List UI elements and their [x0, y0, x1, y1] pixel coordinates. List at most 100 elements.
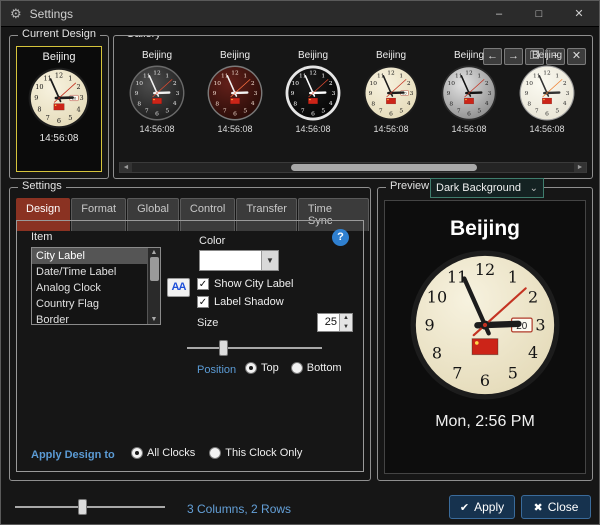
radio-top[interactable]: Top [245, 362, 279, 374]
close-button[interactable]: ✖ Close [521, 495, 591, 519]
list-item[interactable]: Analog Clock [32, 280, 147, 296]
help-button[interactable]: ? [332, 229, 349, 246]
chevron-down-icon[interactable]: ▼ [261, 251, 278, 270]
svg-text:6: 6 [311, 111, 315, 117]
delete-design-button[interactable]: ✕ [567, 48, 586, 65]
svg-text:8: 8 [432, 343, 442, 362]
list-item[interactable]: City Label [32, 248, 147, 264]
columns-slider[interactable] [15, 498, 165, 516]
close-window-button[interactable]: ✕ [559, 1, 599, 26]
slider-thumb[interactable] [78, 499, 87, 515]
svg-text:6: 6 [155, 111, 159, 117]
radio-bottom[interactable]: Bottom [291, 362, 342, 374]
scrollbar-thumb[interactable] [291, 164, 477, 171]
gallery-clock-time: 14:56:08 [118, 124, 196, 134]
apply-design-to-label: Apply Design to [31, 449, 115, 461]
current-design-label: Current Design [18, 28, 100, 40]
gallery-group: Gallery Beijing12345678910111214:56:08Be… [113, 35, 593, 179]
svg-text:1: 1 [508, 267, 518, 286]
move-left-button[interactable]: ← [483, 48, 502, 65]
gallery-clock-1[interactable]: Beijing12345678910111214:56:08 [118, 48, 196, 160]
spin-down-icon[interactable]: ▼ [340, 323, 352, 332]
item-label: Item [31, 231, 52, 243]
preview-datetime: Mon, 2:56 PM [385, 413, 585, 431]
list-item[interactable]: Country Flag [32, 296, 147, 312]
preview-label: Preview [386, 180, 433, 192]
svg-text:4: 4 [173, 101, 177, 107]
radio-label: Top [261, 362, 279, 374]
checkbox-label-shadow[interactable]: ✓Label Shadow [197, 294, 294, 310]
svg-text:7: 7 [379, 109, 383, 115]
save-design-button[interactable]: ❐ [525, 48, 544, 65]
analog-clock: 123456789101112 [441, 65, 497, 121]
svg-text:3: 3 [176, 91, 180, 97]
svg-text:12: 12 [231, 71, 239, 77]
svg-text:9: 9 [447, 91, 451, 97]
background-dropdown[interactable]: Dark Background ⌄ [430, 178, 544, 198]
move-right-button[interactable]: → [504, 48, 523, 65]
scroll-left-icon[interactable]: ◄ [120, 163, 132, 172]
settings-group: Settings DesignFormatGlobalControlTransf… [9, 187, 371, 481]
maximize-button[interactable]: □ [519, 1, 559, 26]
list-item[interactable]: Border [32, 312, 147, 324]
svg-text:3: 3 [332, 91, 336, 97]
gallery-clock-city: Beijing [274, 50, 352, 61]
size-spinner[interactable]: 25 ▲ ▼ [317, 313, 353, 332]
current-design-tile: Beijing 12345678910111220 14:56:08 [16, 46, 102, 172]
gallery-clock-time: 14:56:08 [430, 124, 508, 134]
font-button[interactable]: AA [167, 278, 190, 297]
svg-text:10: 10 [370, 81, 378, 87]
size-label: Size [197, 317, 218, 329]
slider-thumb[interactable] [219, 340, 228, 356]
radio-label: All Clocks [147, 447, 195, 459]
svg-text:8: 8 [527, 101, 531, 107]
design-tab-panel: Item City LabelDate/Time LabelAnalog Clo… [16, 220, 364, 472]
background-dropdown-value: Dark Background [436, 182, 521, 194]
scroll-right-icon[interactable]: ► [574, 163, 586, 172]
preview-city: Beijing [385, 217, 585, 241]
svg-text:5: 5 [477, 109, 481, 115]
gear-icon: ⚙ [10, 6, 22, 22]
spin-up-icon[interactable]: ▲ [340, 314, 352, 323]
size-slider[interactable] [187, 339, 322, 357]
gallery-clock-time: 14:56:08 [508, 124, 586, 134]
svg-text:6: 6 [480, 371, 490, 390]
checkbox-show-city-label[interactable]: ✓Show City Label [197, 276, 294, 292]
scrollbar-track[interactable] [132, 163, 574, 172]
slider-track[interactable] [187, 347, 322, 349]
svg-text:2: 2 [407, 81, 411, 87]
item-list: City LabelDate/Time LabelAnalog ClockCou… [32, 248, 147, 324]
svg-text:4: 4 [251, 101, 255, 107]
radio-this-clock-only[interactable]: This Clock Only [209, 447, 302, 459]
minimize-button[interactable]: – [479, 1, 519, 26]
add-design-button[interactable]: + [546, 48, 565, 65]
gallery-clock-3[interactable]: Beijing12345678910111214:56:08 [274, 48, 352, 160]
listbox-scrollbar[interactable]: ▲ ▼ [147, 248, 160, 324]
gallery-clock-4[interactable]: Beijing1234567891011122014:56:08 [352, 48, 430, 160]
svg-text:7: 7 [223, 109, 227, 115]
color-dropdown[interactable]: ▼ [199, 250, 279, 271]
svg-text:4: 4 [407, 101, 411, 107]
chevron-down-icon: ⌄ [530, 183, 538, 194]
svg-text:3: 3 [535, 315, 545, 334]
gallery-clock-2[interactable]: Beijing12345678910111214:56:08 [196, 48, 274, 160]
layout-text: 3 Columns, 2 Rows [187, 502, 291, 516]
svg-text:5: 5 [321, 109, 325, 115]
svg-text:10: 10 [427, 288, 447, 307]
checkbox-label: Show City Label [214, 278, 294, 290]
scroll-down-icon[interactable]: ▼ [151, 316, 158, 323]
check-icon: ✔ [460, 501, 469, 514]
current-design-group: Current Design Beijing 12345678910111220… [9, 35, 109, 179]
list-item[interactable]: Date/Time Label [32, 264, 147, 280]
slider-track[interactable] [15, 506, 165, 508]
scroll-up-icon[interactable]: ▲ [151, 249, 158, 256]
apply-button[interactable]: ✔ Apply [449, 495, 515, 519]
radio-all-clocks[interactable]: All Clocks [131, 447, 195, 459]
svg-text:5: 5 [399, 109, 403, 115]
gallery-scrollbar[interactable]: ◄ ► [119, 162, 587, 173]
svg-text:9: 9 [424, 315, 434, 334]
svg-text:2: 2 [528, 288, 538, 307]
settings-label: Settings [18, 180, 66, 192]
scrollbar-thumb[interactable] [150, 257, 159, 281]
svg-text:8: 8 [137, 101, 141, 107]
